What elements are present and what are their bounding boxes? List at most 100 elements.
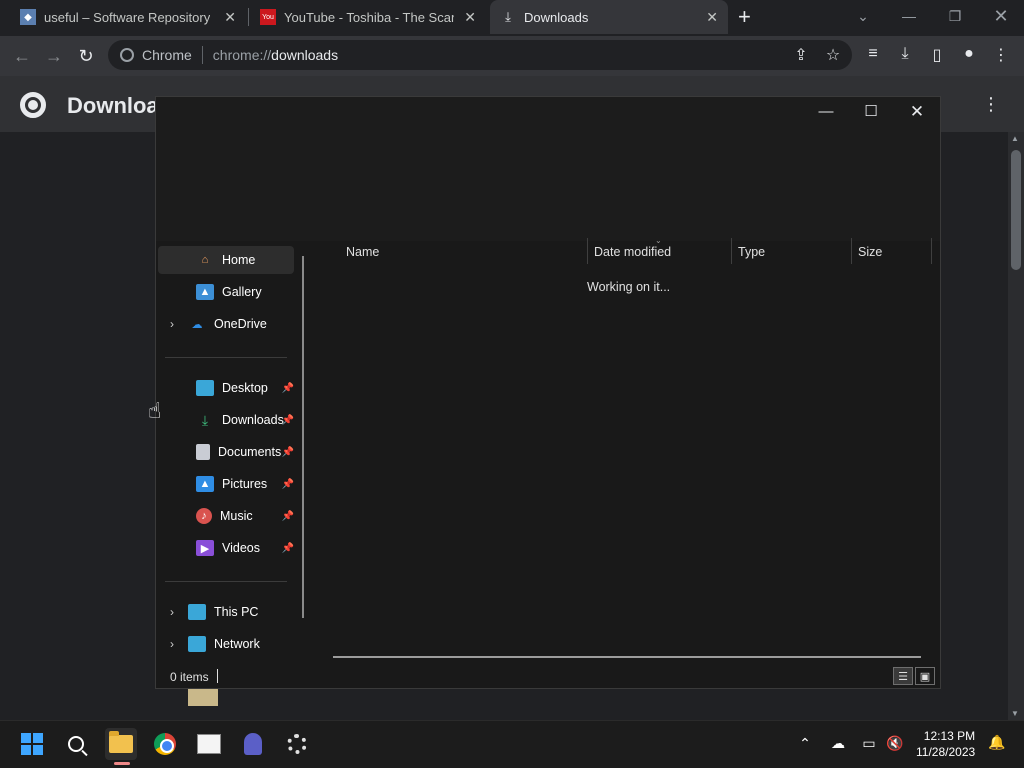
pin-icon[interactable]: 📌	[282, 415, 294, 426]
nav-item-home[interactable]: ⌂ Home	[158, 246, 294, 274]
back-icon[interactable]: ←	[10, 44, 34, 68]
chrome-icon	[120, 48, 134, 62]
tab-software-repository[interactable]: ◆ useful – Software Repository ✕	[10, 0, 246, 34]
nav-item-videos[interactable]: ▶ Videos 📌	[158, 534, 294, 562]
side-panel-icon[interactable]: ▯	[926, 45, 948, 65]
taskbar-app-hooded[interactable]	[237, 728, 269, 760]
minimize-icon[interactable]: —	[887, 4, 931, 28]
hooded-figure-icon	[244, 733, 262, 755]
details-view-icon[interactable]: ☰	[893, 667, 913, 685]
download-icon: ⤓	[505, 9, 511, 24]
nav-item-label: Home	[222, 253, 256, 267]
network-tray-icon[interactable]: ▭	[858, 735, 880, 752]
menu-icon[interactable]: ⋮	[990, 45, 1012, 65]
column-divider[interactable]	[731, 238, 732, 264]
taskbar-app-gear[interactable]	[281, 728, 313, 760]
tiles-view-icon[interactable]: ▣	[915, 667, 935, 685]
nav-item-pictures[interactable]: ▲ Pictures 📌	[158, 470, 294, 498]
notification-bell-icon[interactable]: 🔔	[988, 734, 1005, 751]
column-header-type[interactable]: Type	[738, 245, 765, 259]
bookmark-star-icon[interactable]: ☆	[822, 45, 844, 65]
nav-divider	[165, 357, 287, 358]
status-divider	[217, 669, 218, 683]
column-divider[interactable]	[851, 238, 852, 264]
taskbar-app-window[interactable]	[193, 728, 225, 760]
column-header-date-modified[interactable]: Date modified	[594, 245, 671, 259]
reading-list-icon[interactable]: ≡	[862, 45, 884, 63]
page-menu-icon[interactable]: ⋮	[982, 94, 1000, 115]
column-divider[interactable]	[587, 238, 588, 264]
nav-item-music[interactable]: ♪ Music 📌	[158, 502, 294, 530]
onedrive-offline-icon[interactable]: ☁	[827, 735, 849, 752]
cloud-icon: ☁	[191, 318, 203, 331]
new-tab-button[interactable]: +	[738, 4, 751, 30]
close-icon[interactable]: ✕	[464, 9, 476, 26]
pin-icon[interactable]: 📌	[282, 383, 294, 394]
sort-caret-icon: ⌄	[655, 236, 662, 245]
chevron-right-icon[interactable]: ›	[170, 605, 180, 619]
tab-search-icon[interactable]: ⌄	[841, 4, 885, 28]
horizontal-scrollbar[interactable]	[333, 656, 921, 658]
scroll-thumb[interactable]	[1011, 150, 1021, 270]
dialog-maximize-icon[interactable]: ☐	[849, 100, 893, 124]
chrome-logo-icon	[20, 92, 46, 118]
download-icon: ⤓	[201, 411, 209, 428]
pin-icon[interactable]: 📌	[282, 511, 294, 522]
nav-item-label: This PC	[214, 605, 259, 619]
nav-item-label: Network	[214, 637, 260, 651]
chevron-up-icon[interactable]: ⌃	[794, 735, 816, 752]
tab-downloads[interactable]: ⤓ Downloads ✕	[490, 0, 728, 34]
search-icon	[68, 736, 84, 752]
chevron-right-icon[interactable]: ›	[170, 317, 180, 331]
forward-icon[interactable]: →	[42, 44, 66, 68]
nav-item-gallery[interactable]: ▲ Gallery	[158, 278, 294, 306]
tab-divider	[248, 8, 249, 26]
profile-icon[interactable]: ●	[958, 45, 980, 63]
tab-title: Downloads	[524, 9, 589, 25]
clock[interactable]: 12:13 PM 11/28/2023	[916, 728, 975, 760]
column-header-size[interactable]: Size	[858, 245, 882, 259]
clock-time: 12:13 PM	[923, 729, 976, 743]
status-bar	[156, 666, 940, 688]
pin-icon[interactable]: 📌	[282, 543, 294, 554]
loading-message: Working on it...	[587, 280, 671, 294]
restore-icon[interactable]: ❐	[933, 4, 977, 28]
volume-muted-icon[interactable]: 🔇	[884, 735, 906, 752]
clock-date: 11/28/2023	[916, 745, 976, 759]
share-icon[interactable]: ⇪	[790, 45, 812, 65]
document-icon	[196, 444, 210, 460]
taskbar-file-explorer[interactable]	[105, 728, 137, 760]
pin-icon[interactable]: 📌	[282, 479, 294, 490]
nav-item-documents[interactable]: Documents 📌	[158, 438, 294, 466]
chevron-right-icon[interactable]: ›	[170, 637, 180, 651]
page-scrollbar[interactable]: ▲ ▼	[1008, 132, 1024, 720]
downloads-toolbar-icon[interactable]: ⤓	[894, 45, 916, 63]
close-icon[interactable]: ✕	[706, 9, 718, 26]
scroll-down-icon[interactable]: ▼	[1011, 709, 1019, 718]
folder-icon	[109, 731, 133, 753]
close-icon[interactable]: ✕	[224, 9, 236, 26]
pin-icon[interactable]: 📌	[282, 447, 294, 458]
column-divider[interactable]	[931, 238, 932, 264]
nav-item-onedrive[interactable]: › ☁ OneDrive	[158, 310, 294, 338]
hand-cursor-icon: ☝	[148, 398, 162, 423]
nav-item-this-pc[interactable]: › This PC	[158, 598, 294, 626]
nav-item-label: Gallery	[222, 285, 262, 299]
tab-youtube[interactable]: You YouTube - Toshiba - The Scandal ✕	[250, 0, 486, 34]
nav-item-label: Downloads	[222, 413, 284, 427]
scroll-up-icon[interactable]: ▲	[1011, 134, 1019, 143]
nav-item-network[interactable]: › Network	[158, 630, 294, 658]
nav-item-desktop[interactable]: Desktop 📌	[158, 374, 294, 402]
search-button[interactable]	[60, 728, 92, 760]
start-button[interactable]	[16, 728, 48, 760]
column-header-name[interactable]: Name	[346, 245, 379, 259]
nav-item-downloads[interactable]: ⤓ Downloads 📌	[158, 406, 294, 434]
close-window-icon[interactable]: ✕	[979, 4, 1023, 28]
reload-icon[interactable]: ↻	[74, 44, 98, 68]
site-chip[interactable]: Chrome	[120, 47, 192, 63]
nav-scrollbar[interactable]	[302, 256, 304, 618]
address-bar[interactable]: Chrome chrome:// downloads	[108, 40, 852, 70]
dialog-minimize-icon[interactable]: —	[804, 100, 848, 124]
taskbar-chrome[interactable]	[149, 728, 181, 760]
dialog-close-icon[interactable]: ✕	[895, 100, 939, 124]
